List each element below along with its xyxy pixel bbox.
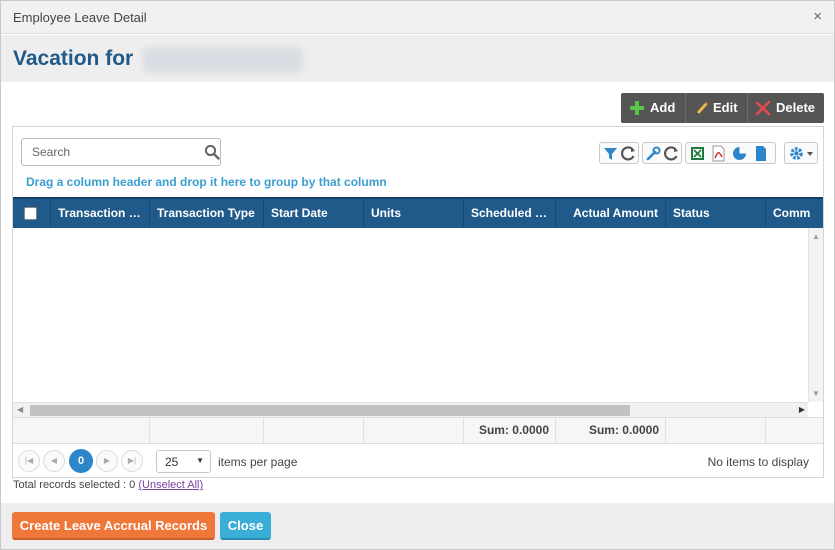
filter-toolgroup [599, 142, 639, 164]
pencil-icon [696, 102, 708, 115]
column-header-label: Transaction … [58, 206, 141, 220]
previous-page-icon[interactable]: ◀ [43, 450, 65, 472]
edit-button[interactable]: Edit [685, 93, 747, 123]
excel-icon[interactable] [689, 145, 706, 162]
refresh-icon[interactable] [620, 145, 637, 162]
footer-cell [13, 418, 149, 443]
page-header: Vacation for [1, 35, 834, 82]
pdf-icon[interactable] [710, 145, 727, 162]
scroll-right-icon[interactable]: ▶ [799, 405, 805, 414]
items-per-page-label: items per page [218, 455, 298, 469]
leave-grid-panel: Drag a column header and drop it here to… [12, 126, 824, 478]
column-header-label: Status [673, 206, 710, 220]
no-items-label: No items to display [707, 455, 809, 469]
select-all-header [13, 199, 50, 228]
dialog-title: Employee Leave Detail [13, 10, 147, 25]
first-page-icon[interactable]: |◀ [18, 450, 40, 472]
columns-toolgroup [642, 142, 682, 164]
actual-sum: Sum: 0.0000 [588, 423, 659, 437]
column-header-transaction[interactable]: Transaction … [50, 199, 149, 228]
dialog-titlebar: Employee Leave Detail × [1, 1, 834, 34]
column-header-label: Scheduled … [471, 206, 548, 220]
add-button-label: Add [650, 100, 676, 115]
scroll-left-icon[interactable]: ◀ [17, 405, 23, 414]
filter-icon[interactable] [602, 145, 619, 162]
group-by-hint: Drag a column header and drop it here to… [26, 175, 387, 189]
search-box [21, 138, 221, 166]
footer-cell [765, 418, 823, 443]
column-header-transaction-type[interactable]: Transaction Type [149, 199, 263, 228]
settings-gear-icon[interactable] [788, 145, 816, 162]
redacted-employee-name [143, 47, 303, 73]
create-leave-accrual-records-button[interactable]: Create Leave Accrual Records [12, 512, 215, 540]
export-toolgroup [685, 142, 776, 164]
unselect-all-link[interactable]: (Unselect All) [138, 479, 203, 491]
footer-cell [665, 418, 765, 443]
delete-button-label: Delete [776, 100, 816, 115]
search-icon[interactable] [204, 144, 220, 160]
horizontal-scrollbar[interactable]: ◀ ▶ [13, 402, 808, 417]
delete-x-icon [755, 100, 771, 116]
column-header-label: Units [371, 206, 401, 220]
column-header-label: Comm [773, 206, 811, 220]
column-header-actual-amount[interactable]: Actual Amount [555, 199, 665, 228]
close-button[interactable]: Close [220, 512, 271, 540]
search-input[interactable] [32, 145, 202, 159]
column-header-scheduled[interactable]: Scheduled … [463, 199, 555, 228]
grid-pager: |◀ ◀ 0 ▶ ▶| 25 ▼ items per page No items… [13, 445, 823, 477]
footer-cell [263, 418, 363, 443]
page-size-value: 25 [165, 455, 179, 469]
wrench-icon[interactable] [645, 145, 662, 162]
delete-button[interactable]: Delete [747, 93, 824, 123]
scheduled-sum: Sum: 0.0000 [478, 423, 549, 437]
vertical-scrollbar[interactable]: ▲ ▼ [808, 228, 823, 402]
scheduled-sum-cell: Sum: 0.0000 [463, 418, 555, 443]
reset-icon[interactable] [663, 145, 680, 162]
column-header-start-date[interactable]: Start Date [263, 199, 363, 228]
dialog-footer: Create Leave Accrual Records Close [1, 503, 834, 549]
add-button[interactable]: Add [621, 93, 685, 123]
grid-footer-row: Sum: 0.0000 Sum: 0.0000 [13, 417, 823, 444]
footer-cell [149, 418, 263, 443]
select-all-checkbox[interactable] [24, 207, 37, 220]
plus-icon [630, 101, 644, 115]
next-page-icon[interactable]: ▶ [96, 450, 118, 472]
column-header-units[interactable]: Units [363, 199, 463, 228]
edit-button-label: Edit [713, 100, 738, 115]
page-size-select[interactable]: 25 ▼ [156, 450, 211, 473]
employee-leave-detail-dialog: Employee Leave Detail × Vacation for Add… [0, 0, 835, 550]
grid-header-row: Transaction … Transaction Type Start Dat… [13, 197, 823, 228]
scroll-up-icon[interactable]: ▲ [812, 232, 820, 241]
selection-summary: Total records selected : 0 (Unselect All… [13, 479, 203, 491]
column-header-label: Transaction Type [157, 206, 255, 220]
current-page-button[interactable]: 0 [69, 449, 93, 473]
horizontal-scrollbar-thumb[interactable] [30, 405, 630, 416]
action-toolbar: Add Edit Delete [621, 93, 824, 123]
page-title: Vacation for [13, 47, 134, 70]
column-header-status[interactable]: Status [665, 199, 765, 228]
column-header-label: Actual Amount [573, 206, 658, 220]
selection-count: Total records selected : 0 [13, 479, 136, 491]
last-page-icon[interactable]: ▶| [121, 450, 143, 472]
scroll-down-icon[interactable]: ▼ [812, 389, 820, 398]
actual-sum-cell: Sum: 0.0000 [555, 418, 665, 443]
chevron-down-icon: ▼ [196, 456, 204, 465]
column-header-label: Start Date [271, 206, 328, 220]
document-icon[interactable] [752, 145, 769, 162]
close-icon[interactable]: × [813, 9, 822, 25]
chart-icon[interactable] [731, 145, 748, 162]
grid-body: ▲ ▼ [13, 228, 823, 402]
column-header-comments[interactable]: Comm [765, 199, 823, 228]
settings-toolgroup [784, 142, 818, 164]
footer-cell [363, 418, 463, 443]
